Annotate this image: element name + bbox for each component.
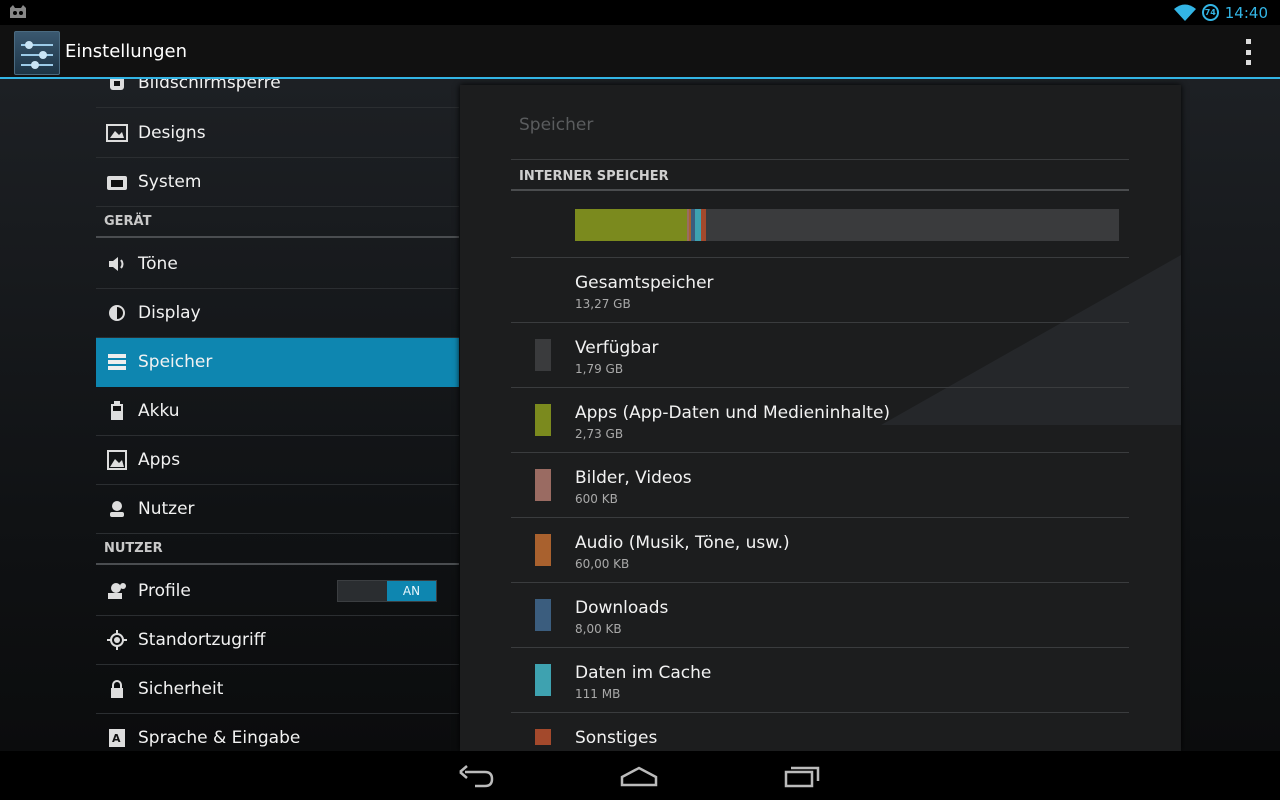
settings-item-label: Display: [138, 303, 201, 323]
settings-item-language[interactable]: A Sprache & Eingabe: [96, 714, 459, 751]
status-bar: 74 14:40: [0, 0, 1280, 25]
clock: 14:40: [1224, 3, 1268, 22]
storage-detail-pane: Speicher INTERNER SPEICHER Gesamtspeiche…: [460, 85, 1181, 751]
settings-item-label: Nutzer: [138, 499, 195, 519]
profiles-icon: [104, 578, 130, 604]
settings-item-label: Töne: [138, 254, 178, 274]
color-swatch: [535, 599, 551, 631]
svg-text:A: A: [112, 732, 121, 745]
settings-item-lockscreen[interactable]: Bildschirmsperre: [96, 79, 459, 108]
storage-item-size: 600 KB: [575, 492, 618, 506]
color-swatch: [535, 664, 551, 696]
storage-item-name: Verfügbar: [575, 338, 659, 358]
storage-item-size: 8,00 KB: [575, 622, 622, 636]
pane-title: Speicher: [519, 115, 594, 135]
wifi-icon: [1173, 4, 1196, 21]
overflow-menu-icon[interactable]: [1240, 39, 1256, 65]
settings-item-users[interactable]: Nutzer: [96, 485, 459, 534]
storage-icon: [104, 349, 130, 375]
recent-apps-icon[interactable]: [782, 763, 822, 789]
toggle-on-label: AN: [387, 581, 436, 601]
settings-item-security[interactable]: Sicherheit: [96, 665, 459, 714]
storage-item-name: Sonstiges: [575, 728, 658, 748]
color-swatch: [535, 534, 551, 566]
themes-icon: [104, 120, 130, 146]
storage-item-downloads[interactable]: Downloads 8,00 KB: [511, 583, 1129, 648]
settings-app-icon[interactable]: [14, 31, 60, 75]
color-swatch: [535, 729, 551, 745]
storage-item-size: 60,00 KB: [575, 557, 630, 571]
settings-item-label: Sicherheit: [138, 679, 224, 699]
brightness-icon: [104, 300, 130, 326]
battery-status-icon: 74: [1201, 4, 1219, 21]
action-bar: Einstellungen: [0, 25, 1280, 79]
settings-item-label: Standortzugriff: [138, 630, 266, 650]
section-header-user: NUTZER: [96, 534, 459, 565]
location-icon: [104, 627, 130, 653]
lock-screen-icon: [104, 79, 130, 96]
volume-icon: [104, 251, 130, 277]
system-icon: [104, 169, 130, 195]
back-icon[interactable]: [457, 763, 497, 789]
storage-item-audio[interactable]: Audio (Musik, Töne, usw.) 60,00 KB: [511, 518, 1129, 583]
settings-item-display[interactable]: Display: [96, 289, 459, 338]
storage-usage-bar: [575, 209, 1119, 241]
settings-item-label: System: [138, 172, 202, 192]
home-icon[interactable]: [619, 763, 659, 789]
cyanogen-logo-icon: [10, 5, 26, 18]
storage-item-apps[interactable]: Apps (App-Daten und Medieninhalte) 2,73 …: [511, 388, 1129, 453]
settings-item-storage[interactable]: Speicher: [96, 338, 459, 387]
section-header-device: GERÄT: [96, 207, 459, 238]
main-area: Bildschirmsperre Designs System GERÄT Tö…: [0, 79, 1280, 751]
storage-item-available[interactable]: Verfügbar 1,79 GB: [511, 323, 1129, 388]
profiles-toggle[interactable]: AN: [337, 580, 437, 602]
settings-item-apps[interactable]: Apps: [96, 436, 459, 485]
user-icon: [104, 496, 130, 522]
settings-item-profiles[interactable]: Profile AN: [96, 567, 459, 616]
battery-icon: [104, 398, 130, 424]
settings-item-label: Bildschirmsperre: [138, 79, 281, 93]
settings-item-sounds[interactable]: Töne: [96, 240, 459, 289]
settings-item-system[interactable]: System: [96, 158, 459, 207]
storage-item-name: Daten im Cache: [575, 663, 712, 683]
color-swatch: [535, 339, 551, 371]
storage-item-name: Downloads: [575, 598, 669, 618]
storage-item-name: Apps (App-Daten und Medieninhalte): [575, 403, 891, 423]
settings-item-label: Sprache & Eingabe: [138, 728, 301, 748]
language-icon: A: [104, 725, 130, 751]
app-title: Einstellungen: [65, 41, 188, 62]
storage-item-total: Gesamtspeicher 13,27 GB: [511, 258, 1129, 323]
settings-list: Bildschirmsperre Designs System GERÄT Tö…: [96, 79, 459, 751]
settings-item-designs[interactable]: Designs: [96, 109, 459, 158]
section-header-label: NUTZER: [104, 541, 163, 556]
settings-item-label: Akku: [138, 401, 180, 421]
storage-item-cache[interactable]: Daten im Cache 111 MB: [511, 648, 1129, 713]
storage-item-size: 2,73 GB: [575, 427, 624, 441]
storage-item-pictures-videos[interactable]: Bilder, Videos 600 KB: [511, 453, 1129, 518]
navigation-bar: [0, 751, 1280, 800]
color-swatch: [535, 404, 551, 436]
apps-icon: [104, 447, 130, 473]
section-header-internal-storage: INTERNER SPEICHER: [519, 169, 669, 184]
security-icon: [104, 676, 130, 702]
usage-segment: [700, 209, 707, 241]
settings-item-label: Designs: [138, 123, 206, 143]
storage-item-misc[interactable]: Sonstiges: [511, 713, 1129, 751]
section-header-label: GERÄT: [104, 214, 152, 229]
storage-item-name: Gesamtspeicher: [575, 273, 714, 293]
settings-item-label: Apps: [138, 450, 181, 470]
settings-item-location[interactable]: Standortzugriff: [96, 616, 459, 665]
storage-item-size: 111 MB: [575, 687, 621, 701]
storage-item-name: Audio (Musik, Töne, usw.): [575, 533, 790, 553]
settings-item-battery[interactable]: Akku: [96, 387, 459, 436]
usage-segment: [575, 209, 688, 241]
color-swatch: [535, 469, 551, 501]
storage-item-name: Bilder, Videos: [575, 468, 692, 488]
settings-item-label: Speicher: [138, 352, 213, 372]
settings-item-label: Profile: [138, 581, 191, 601]
storage-item-size: 1,79 GB: [575, 362, 624, 376]
storage-item-size: 13,27 GB: [575, 297, 631, 311]
